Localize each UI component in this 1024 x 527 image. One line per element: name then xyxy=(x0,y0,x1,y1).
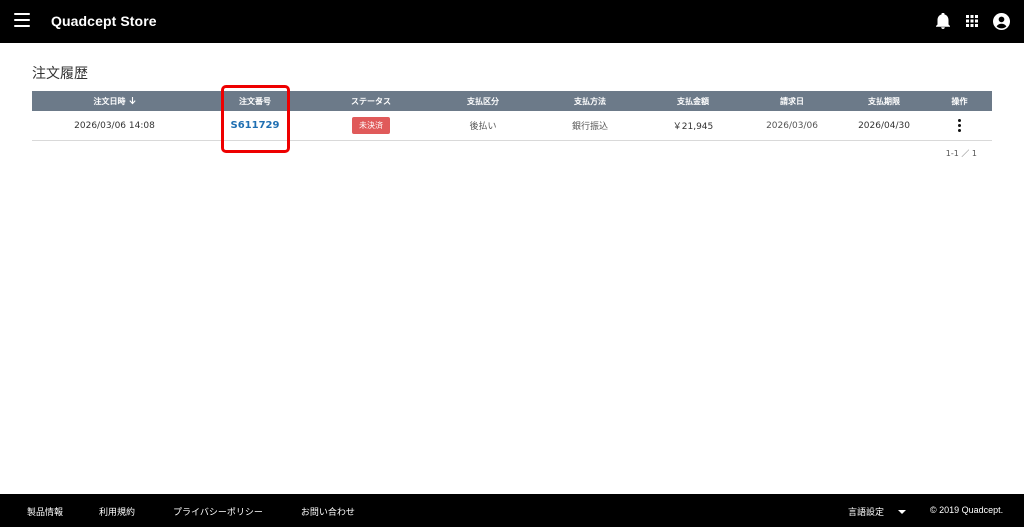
pagination-info: 1-1 ／ 1 xyxy=(945,149,977,158)
language-label: 言語設定 xyxy=(848,508,885,518)
due-date-cell: 2026/04/30 xyxy=(858,120,910,131)
table-row: 2026/03/06 14:08 S611729 未決済 後払い 銀行振込 ￥2… xyxy=(32,111,992,141)
menu-icon[interactable] xyxy=(14,13,30,30)
app-title[interactable]: Quadcept Store xyxy=(51,13,157,29)
caret-down-icon xyxy=(898,509,907,514)
column-header-payment-type: 支払区分 xyxy=(467,96,499,106)
apps-grid-icon[interactable] xyxy=(963,12,981,30)
order-number-link[interactable]: S611729 xyxy=(231,120,280,131)
column-header-order-number: 注文番号 xyxy=(239,96,271,106)
payment-method-cell: 銀行振込 xyxy=(571,122,608,132)
bell-icon[interactable] xyxy=(934,12,952,30)
page-title: 注文履歴 xyxy=(32,66,88,82)
footer-link-products[interactable]: 製品情報 xyxy=(27,505,63,518)
table-header: 注文日時 注文番号 ステータス 支払区分 支払方法 支払金額 請求日 支払期限 … xyxy=(32,91,992,111)
column-header-payment-method: 支払方法 xyxy=(574,96,606,106)
account-circle-icon[interactable] xyxy=(992,12,1010,30)
footer-links: 製品情報 利用規約 プライバシーポリシー お問い合わせ xyxy=(27,505,355,518)
footer-link-terms[interactable]: 利用規約 xyxy=(99,505,135,518)
amount-cell: ￥21,945 xyxy=(672,122,714,132)
order-datetime-cell: 2026/03/06 14:08 xyxy=(74,120,155,131)
billing-date-cell: 2026/03/06 xyxy=(766,120,818,131)
footer: 製品情報 利用規約 プライバシーポリシー お問い合わせ 言語設定 © 2019 … xyxy=(0,494,1024,527)
language-selector[interactable]: 言語設定 xyxy=(848,505,907,518)
column-header-status: ステータス xyxy=(351,96,391,106)
order-history-table: 注文日時 注文番号 ステータス 支払区分 支払方法 支払金額 請求日 支払期限 … xyxy=(32,91,992,141)
column-header-order-datetime[interactable]: 注文日時 xyxy=(32,91,197,111)
column-header-due-date: 支払期限 xyxy=(868,96,900,106)
footer-link-privacy[interactable]: プライバシーポリシー xyxy=(173,505,263,518)
header-actions xyxy=(934,12,1010,30)
column-header-actions: 操作 xyxy=(951,96,968,106)
arrow-down-icon xyxy=(128,97,136,105)
column-header-amount: 支払金額 xyxy=(677,96,709,106)
column-header-billing-date: 請求日 xyxy=(780,96,804,106)
more-vert-icon[interactable] xyxy=(958,119,961,132)
footer-link-contact[interactable]: お問い合わせ xyxy=(301,505,355,518)
status-badge: 未決済 xyxy=(352,117,390,134)
copyright: © 2019 Quadcept. xyxy=(930,505,1004,515)
payment-type-cell: 後払い xyxy=(469,122,497,132)
top-app-bar: Quadcept Store xyxy=(0,0,1024,43)
column-header-label: 注文日時 xyxy=(93,96,126,106)
